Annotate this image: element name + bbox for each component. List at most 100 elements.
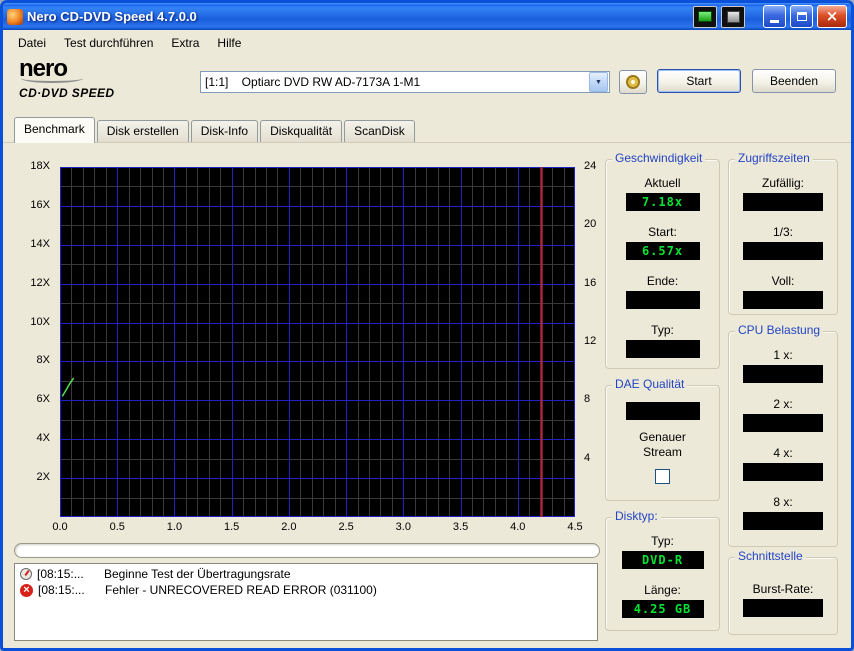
dae-stream-label: Genauer Stream: [631, 430, 695, 460]
x-axis-tick: 1.0: [167, 521, 182, 533]
chevron-down-icon: ▼: [595, 79, 602, 86]
cpu-label-2: 4 x:: [729, 446, 837, 460]
maximize-button[interactable]: [790, 5, 813, 28]
titlebar-tool-button-2[interactable]: [721, 6, 745, 28]
tab-benchmark[interactable]: Benchmark: [14, 117, 95, 143]
iface-value-0: [743, 599, 823, 617]
disc-type-panel: Disktyp: Typ:DVD-RLänge:4.25 GB: [605, 517, 720, 631]
app-icon: [7, 9, 23, 25]
nero-logo: nero CD·DVD SPEED: [19, 57, 189, 100]
left-axis-tick: 2X: [37, 471, 50, 483]
access-value-2: [743, 291, 823, 309]
log-entry-text: Beginne Test der Übertragungsrate: [104, 567, 291, 581]
speed-label-0: Aktuell: [606, 176, 719, 190]
disc-label-0: Typ:: [606, 534, 719, 548]
x-axis-tick: 3.5: [453, 521, 468, 533]
logo-line2: CD·DVD SPEED: [19, 86, 189, 100]
gray-panel-icon: [727, 11, 740, 23]
main-area: 18X16X14X12X10X8X6X4X2X 2420161284 0.00.…: [3, 142, 851, 649]
log-entry-1: [08:15:... Fehler - UNRECOVERED READ ERRO…: [17, 582, 595, 598]
dae-panel: DAE Qualität Genauer Stream: [605, 385, 720, 501]
menubar: DateiTest durchführenExtraHilfe: [3, 30, 851, 56]
progress-bar: [14, 543, 600, 558]
x-axis-tick: 4.5: [567, 521, 582, 533]
tab-scandisk[interactable]: ScanDisk: [344, 120, 415, 142]
left-axis-tick: 14X: [30, 238, 50, 250]
drive-combobox[interactable]: [1:1] Optiarc DVD RW AD-7173A 1-M1 ▼: [200, 71, 610, 93]
left-axis-tick: 16X: [30, 199, 50, 211]
green-panel-icon: [698, 11, 712, 22]
x-axis-tick: 1.5: [224, 521, 239, 533]
log-entry-text: Fehler - UNRECOVERED READ ERROR (031100): [105, 583, 377, 597]
left-axis-tick: 18X: [30, 160, 50, 172]
x-axis-tick: 2.5: [338, 521, 353, 533]
access-times-panel: Zugriffszeiten Zufällig:1/3:Voll:: [728, 159, 838, 315]
left-axis-tick: 10X: [30, 316, 50, 328]
chart-plot: [60, 167, 575, 517]
error-icon: [20, 584, 33, 597]
x-axis-tick: 0.5: [110, 521, 125, 533]
dae-panel-title: DAE Qualität: [612, 377, 687, 391]
cpu-usage-panel-title: CPU Belastung: [735, 323, 823, 337]
left-axis-tick: 4X: [37, 432, 50, 444]
tab-diskqualit-t[interactable]: Diskqualität: [260, 120, 342, 142]
disc-type-panel-title: Disktyp:: [612, 509, 661, 523]
cpu-value-0: [743, 365, 823, 383]
access-label-0: Zufällig:: [729, 176, 837, 190]
iface-label-0: Burst-Rate:: [729, 582, 837, 596]
cpu-usage-panel: CPU Belastung 1 x:2 x:4 x:8 x:: [728, 331, 838, 547]
speed-label-2: Ende:: [606, 274, 719, 288]
test-start-icon: [20, 568, 32, 580]
start-button[interactable]: Start: [657, 69, 741, 93]
right-axis-tick: 4: [584, 452, 590, 464]
interface-panel: Schnittstelle Burst-Rate:: [728, 557, 838, 635]
speed-value-0: 7.18x: [626, 193, 700, 211]
log-entry-time: [08:15:...: [38, 583, 100, 597]
close-button[interactable]: ×: [817, 5, 847, 28]
tab-disk-info[interactable]: Disk-Info: [191, 120, 258, 142]
cpu-label-0: 1 x:: [729, 348, 837, 362]
logo-line1: nero: [19, 57, 189, 81]
log-entry-time: [08:15:...: [37, 567, 99, 581]
disc-icon: [626, 75, 640, 89]
speed-panel: Geschwindigkeit Aktuell7.18xStart:6.57xE…: [605, 159, 720, 369]
menu-item-hilfe[interactable]: Hilfe: [208, 33, 250, 53]
quit-button[interactable]: Beenden: [752, 69, 836, 93]
x-axis-labels: 0.00.51.01.52.02.53.03.54.04.5: [60, 521, 575, 535]
menu-item-datei[interactable]: Datei: [9, 33, 55, 53]
speed-value-2: [626, 291, 700, 309]
log-entry-0: [08:15:... Beginne Test der Übertragungsr…: [17, 566, 595, 582]
speed-panel-title: Geschwindigkeit: [612, 151, 705, 165]
disc-value-0: DVD-R: [622, 551, 704, 569]
minimize-button[interactable]: [763, 5, 786, 28]
speed-value-1: 6.57x: [626, 242, 700, 260]
x-axis-tick: 0.0: [52, 521, 67, 533]
tabstrip: BenchmarkDisk erstellenDisk-InfoDiskqual…: [3, 110, 851, 142]
right-axis-tick: 20: [584, 218, 596, 230]
right-axis-tick: 8: [584, 393, 590, 405]
menu-item-extra[interactable]: Extra: [162, 33, 208, 53]
disc-value-1: 4.25 GB: [622, 600, 704, 618]
eject-button[interactable]: [619, 70, 647, 94]
cpu-value-3: [743, 512, 823, 530]
dae-stream-checkbox[interactable]: [655, 469, 670, 484]
tab-disk-erstellen[interactable]: Disk erstellen: [97, 120, 189, 142]
maximize-icon: [797, 12, 807, 21]
right-axis-tick: 16: [584, 277, 596, 289]
left-axis-tick: 12X: [30, 277, 50, 289]
access-value-0: [743, 193, 823, 211]
access-times-panel-title: Zugriffszeiten: [735, 151, 813, 165]
x-axis-tick: 3.0: [396, 521, 411, 533]
cpu-value-2: [743, 463, 823, 481]
drive-combobox-value: [1:1] Optiarc DVD RW AD-7173A 1-M1: [201, 75, 589, 89]
titlebar[interactable]: Nero CD-DVD Speed 4.7.0.0 ×: [3, 3, 851, 30]
cpu-label-3: 8 x:: [729, 495, 837, 509]
drive-combobox-dropdown-button[interactable]: ▼: [589, 72, 608, 92]
window-title: Nero CD-DVD Speed 4.7.0.0: [27, 9, 689, 24]
log-box: [08:15:... Beginne Test der Übertragungsr…: [14, 563, 598, 641]
titlebar-tool-button-1[interactable]: [693, 6, 717, 28]
left-axis-tick: 6X: [37, 393, 50, 405]
menu-item-test-durchf-hren[interactable]: Test durchführen: [55, 33, 162, 53]
x-axis-tick: 4.0: [510, 521, 525, 533]
disc-label-1: Länge:: [606, 583, 719, 597]
